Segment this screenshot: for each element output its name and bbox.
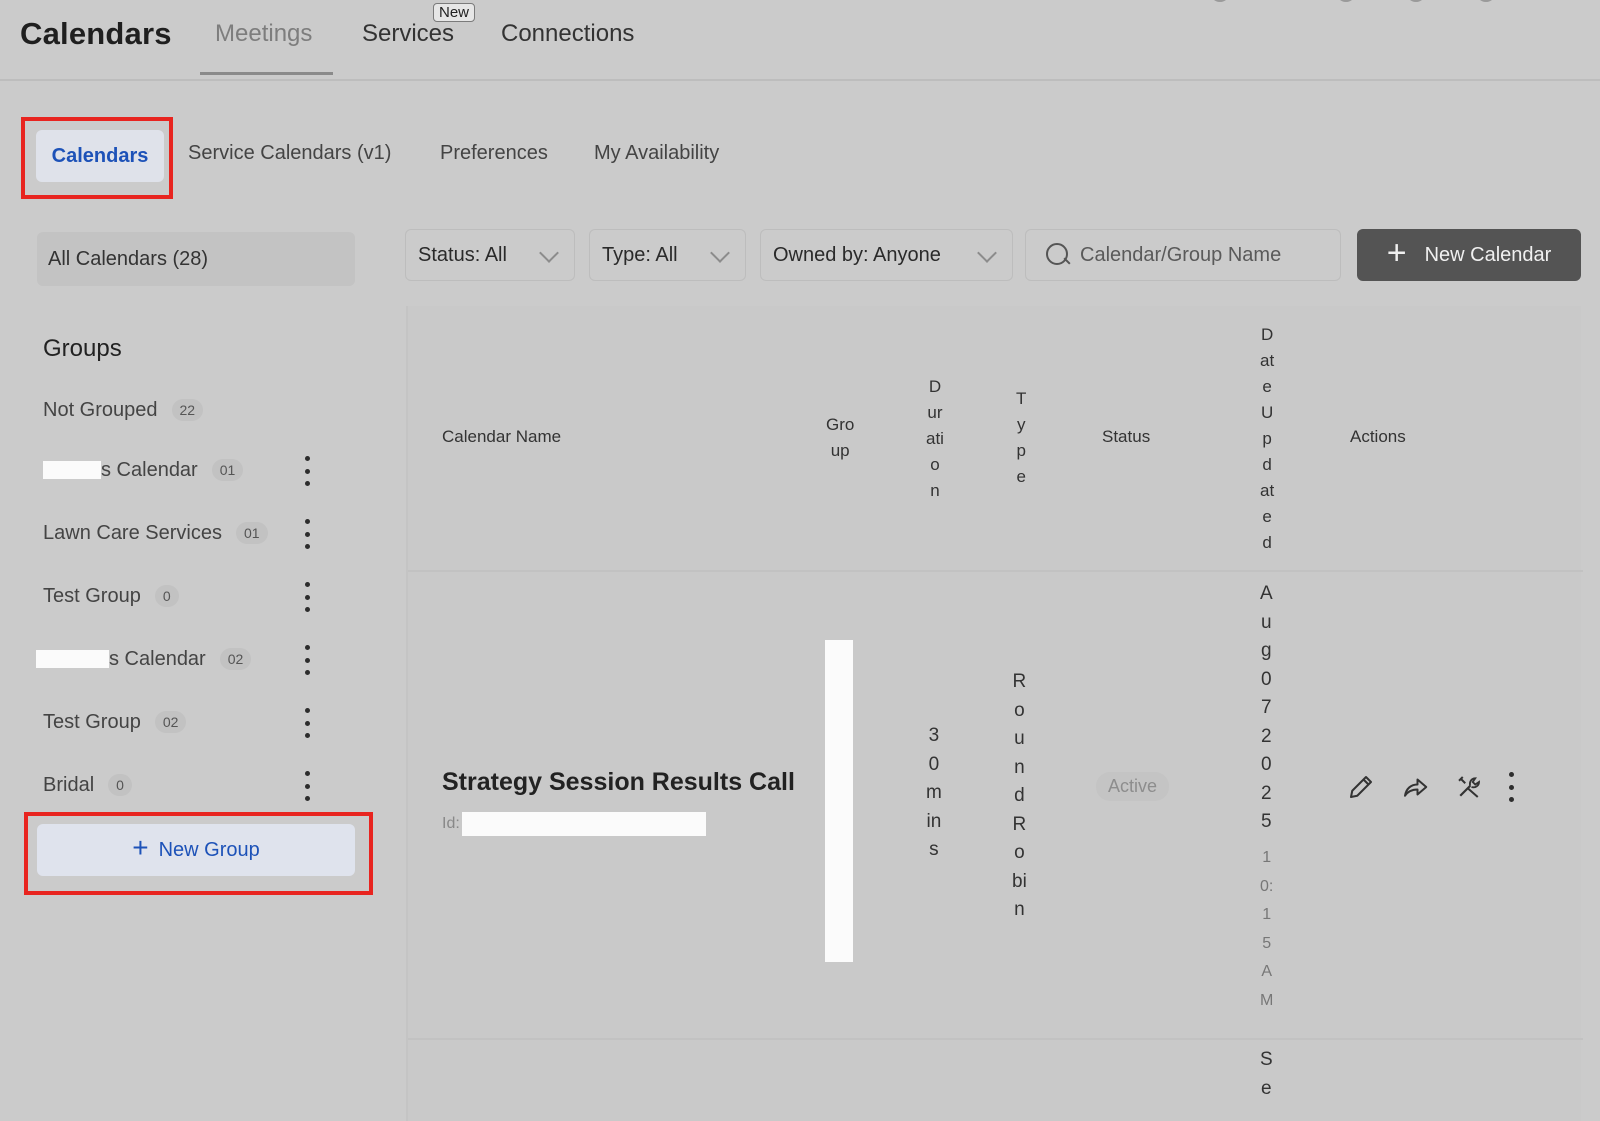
table-header: Calendar Name Gro up D ur ati o n T y p … <box>408 306 1583 572</box>
calendar-name[interactable]: Strategy Session Results Call <box>442 768 795 797</box>
group-menu-icon[interactable] <box>304 582 310 612</box>
new-calendar-label: New Calendar <box>1424 243 1552 266</box>
group-label: s Calendar <box>109 647 206 670</box>
type-filter-label: Type: All <box>602 243 678 266</box>
plus-icon: + <box>1386 234 1407 272</box>
tab-services[interactable]: Services <box>362 20 454 48</box>
header-notification-icon[interactable] <box>1406 0 1426 2</box>
table-row[interactable]: Strategy Session Results Call Id: 3 0 m … <box>408 572 1583 1040</box>
row-menu-icon[interactable] <box>1508 772 1514 802</box>
all-calendars-item[interactable]: All Calendars (28) <box>37 232 355 286</box>
search-box <box>1025 229 1341 281</box>
group-menu-icon[interactable] <box>304 708 310 738</box>
group-menu-icon[interactable] <box>304 456 310 486</box>
chevron-down-icon <box>710 243 730 263</box>
type-filter[interactable]: Type: All <box>589 229 746 281</box>
header-actions: Actions <box>1350 427 1406 446</box>
status-badge: Active <box>1096 772 1170 801</box>
header-duration[interactable]: D ur ati o n <box>926 374 944 504</box>
groups-title: Groups <box>43 335 122 362</box>
tab-meetings[interactable]: Meetings <box>215 20 312 48</box>
redacted-group <box>825 640 853 962</box>
group-item-lawn-care[interactable]: Lawn Care Services 01 <box>43 513 323 553</box>
calendar-table: Calendar Name Gro up D ur ati o n T y p … <box>406 306 1583 1121</box>
header-help-icon[interactable] <box>1336 0 1356 2</box>
group-menu-icon[interactable] <box>304 519 310 549</box>
time-updated-value: 1 0: 1 5 A M <box>1260 849 1274 1009</box>
header-group[interactable]: Gro up <box>826 412 854 464</box>
group-count: 01 <box>211 459 244 481</box>
group-item[interactable]: s Calendar 02 <box>36 639 316 679</box>
group-label: Not Grouped <box>43 398 158 421</box>
header-avatar-icon[interactable] <box>1210 0 1230 2</box>
subtab-service-calendars[interactable]: Service Calendars (v1) <box>188 142 391 165</box>
app-title: Calendars <box>20 16 172 51</box>
subtab-my-availability[interactable]: My Availability <box>594 142 719 165</box>
search-icon <box>1046 243 1070 267</box>
group-count: 0 <box>108 774 132 796</box>
date-updated-value: A u g 0 7 2 0 2 5 <box>1260 583 1273 832</box>
group-item-bridal[interactable]: Bridal 0 <box>43 765 323 805</box>
calendar-id-label: Id: <box>442 815 460 832</box>
subtab-preferences[interactable]: Preferences <box>440 142 548 165</box>
next-row-date-value: S e <box>1260 1049 1273 1099</box>
chevron-down-icon <box>977 243 997 263</box>
highlight-new-group <box>24 812 373 895</box>
group-item-test-group[interactable]: Test Group 02 <box>43 702 323 742</box>
group-item-not-grouped[interactable]: Not Grouped 22 <box>43 390 323 430</box>
chevron-down-icon <box>539 243 559 263</box>
redacted-id <box>461 812 706 836</box>
active-tab-underline <box>200 72 333 75</box>
header-calendar-name[interactable]: Calendar Name <box>442 424 561 450</box>
status-filter[interactable]: Status: All <box>405 229 575 281</box>
group-count: 02 <box>154 711 187 733</box>
owner-filter-label: Owned by: Anyone <box>773 243 941 266</box>
group-count: 22 <box>171 399 204 421</box>
highlight-calendars-tab <box>21 117 173 199</box>
calendar-id: Id: <box>442 812 706 836</box>
search-input[interactable] <box>1080 243 1340 267</box>
group-count: 02 <box>219 648 252 670</box>
owner-filter[interactable]: Owned by: Anyone <box>760 229 1013 281</box>
group-item-test-group[interactable]: Test Group 0 <box>43 576 323 616</box>
group-label: Lawn Care Services <box>43 521 222 544</box>
top-bar: Calendars Meetings New Services Connecti… <box>0 0 1600 81</box>
pencil-icon[interactable] <box>1346 772 1376 802</box>
status-filter-label: Status: All <box>418 243 507 266</box>
new-calendar-button[interactable]: + New Calendar <box>1357 229 1581 281</box>
header-status[interactable]: Status <box>1102 424 1150 450</box>
header-type[interactable]: T y p e <box>1016 386 1026 490</box>
tab-connections[interactable]: Connections <box>501 20 634 48</box>
group-label: Test Group <box>43 710 141 733</box>
group-item[interactable]: s Calendar 01 <box>43 450 323 490</box>
group-label: s Calendar <box>101 458 198 481</box>
group-count: 01 <box>235 522 268 544</box>
redacted-text <box>36 650 109 668</box>
duration-value: 3 0 m in s <box>926 725 942 860</box>
group-label: Bridal <box>43 773 95 796</box>
group-menu-icon[interactable] <box>304 645 310 675</box>
row-actions <box>1346 772 1514 802</box>
type-value: R o u n d R o bi n <box>1012 671 1027 920</box>
header-date-updated[interactable]: D at e U p d at e d <box>1260 322 1274 556</box>
header-profile-icon[interactable] <box>1476 0 1496 2</box>
group-label: Test Group <box>43 584 141 607</box>
redacted-text <box>43 461 101 479</box>
group-menu-icon[interactable] <box>304 771 310 801</box>
tools-icon[interactable] <box>1454 772 1484 802</box>
share-icon[interactable] <box>1400 772 1430 802</box>
group-count: 0 <box>154 585 179 607</box>
